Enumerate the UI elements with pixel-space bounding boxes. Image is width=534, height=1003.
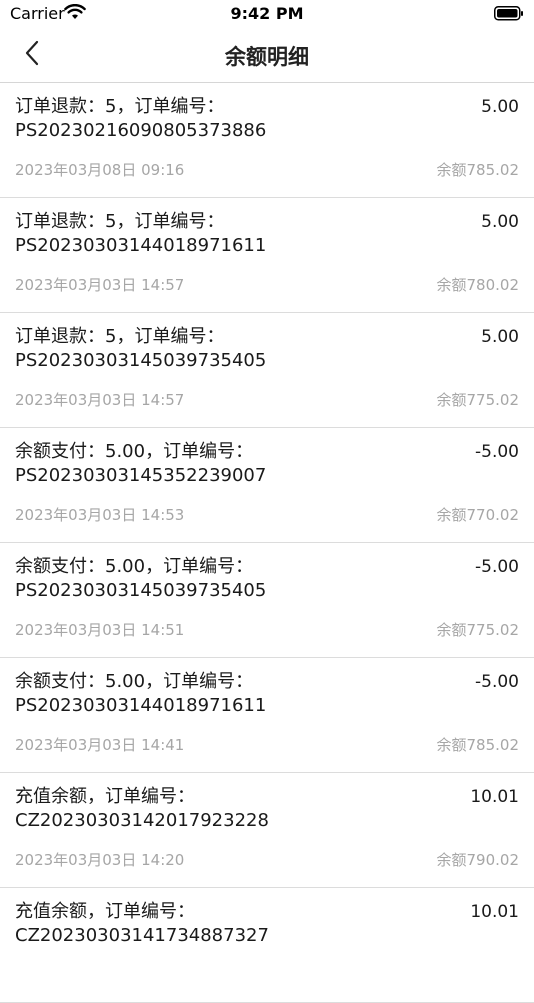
record-row[interactable]: 余额支付：5.00，订单编号： PS20230303145352239007 -… [0, 428, 534, 543]
record-description: 余额支付：5.00，订单编号： PS20230303145352239007 [15, 440, 435, 488]
order-number: PS20230303145039735405 [15, 580, 267, 601]
record-balance: 余额770.02 [436, 506, 520, 524]
record-amount: 5.00 [481, 97, 519, 117]
record-time: 2023年03月08日 09:16 [15, 161, 185, 179]
record-description: 余额支付：5.00，订单编号： PS20230303144018971611 [15, 670, 435, 718]
record-type: 充值余额，订单编号： [15, 901, 195, 922]
record-description: 订单退款：5，订单编号： PS20230216090805373886 [15, 95, 435, 143]
record-time: 2023年03月03日 14:57 [15, 391, 185, 409]
record-time: 2023年03月03日 14:51 [15, 621, 185, 639]
record-type: 订单退款：5，订单编号： [15, 211, 225, 232]
record-type: 余额支付：5.00，订单编号： [15, 671, 254, 692]
order-number: PS20230303145039735405 [15, 350, 267, 371]
record-amount: -5.00 [475, 557, 519, 577]
balance-record-list[interactable]: 订单退款：5，订单编号： PS20230216090805373886 5.00… [0, 83, 534, 1003]
record-balance: 余额785.02 [436, 161, 520, 179]
record-time: 2023年03月03日 14:20 [15, 851, 185, 869]
record-type: 余额支付：5.00，订单编号： [15, 441, 254, 462]
record-amount: 5.00 [481, 212, 519, 232]
record-description: 余额支付：5.00，订单编号： PS20230303145039735405 [15, 555, 435, 603]
record-balance: 余额785.02 [436, 736, 520, 754]
order-number: PS20230303144018971611 [15, 235, 267, 256]
record-description: 充值余额，订单编号： CZ20230303141734887327 [15, 900, 435, 948]
record-time: 2023年03月03日 14:57 [15, 276, 185, 294]
record-balance: 余额780.02 [436, 276, 520, 294]
record-row[interactable]: 余额支付：5.00，订单编号： PS20230303144018971611 -… [0, 658, 534, 773]
record-row[interactable]: 充值余额，订单编号： CZ20230303142017923228 10.01 … [0, 773, 534, 888]
status-bar: Carrier 9:42 PM [0, 0, 534, 28]
record-type: 订单退款：5，订单编号： [15, 96, 225, 117]
order-number: PS20230303144018971611 [15, 695, 267, 716]
record-type: 订单退款：5，订单编号： [15, 326, 225, 347]
order-number: CZ20230303142017923228 [15, 810, 269, 831]
order-number: PS20230216090805373886 [15, 120, 267, 141]
battery-icon [494, 6, 524, 25]
record-balance: 余额775.02 [436, 391, 520, 409]
record-description: 充值余额，订单编号： CZ20230303142017923228 [15, 785, 435, 833]
page-title: 余额明细 [225, 45, 309, 69]
status-time: 9:42 PM [230, 4, 304, 23]
record-description: 订单退款：5，订单编号： PS20230303144018971611 [15, 210, 435, 258]
record-amount: 5.00 [481, 327, 519, 347]
record-time: 2023年03月03日 14:41 [15, 736, 185, 754]
record-row[interactable]: 订单退款：5，订单编号： PS20230303145039735405 5.00… [0, 313, 534, 428]
record-row[interactable]: 订单退款：5，订单编号： PS20230303144018971611 5.00… [0, 198, 534, 313]
record-row[interactable]: 充值余额，订单编号： CZ20230303141734887327 10.01 [0, 888, 534, 1003]
record-type: 余额支付：5.00，订单编号： [15, 556, 254, 577]
record-time: 2023年03月03日 14:53 [15, 506, 185, 524]
record-amount: -5.00 [475, 442, 519, 462]
record-row[interactable]: 余额支付：5.00，订单编号： PS20230303145039735405 -… [0, 543, 534, 658]
record-balance: 余额790.02 [436, 851, 520, 869]
record-type: 充值余额，订单编号： [15, 786, 195, 807]
record-description: 订单退款：5，订单编号： PS20230303145039735405 [15, 325, 435, 373]
navigation-bar: 余额明细 [0, 28, 534, 83]
record-row[interactable]: 订单退款：5，订单编号： PS20230216090805373886 5.00… [0, 83, 534, 198]
record-amount: 10.01 [470, 787, 519, 807]
record-balance: 余额775.02 [436, 621, 520, 639]
record-amount: -5.00 [475, 672, 519, 692]
record-amount: 10.01 [470, 902, 519, 922]
order-number: PS20230303145352239007 [15, 465, 267, 486]
order-number: CZ20230303141734887327 [15, 925, 269, 946]
